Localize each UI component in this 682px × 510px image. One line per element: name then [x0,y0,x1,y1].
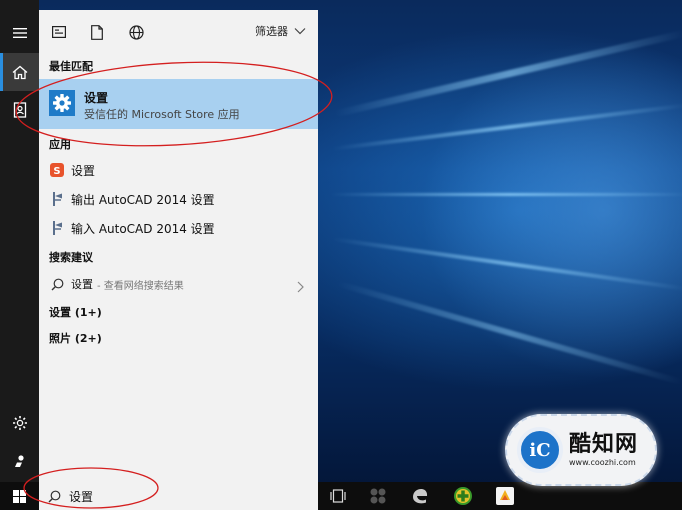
best-match-header: 最佳匹配 [49,60,93,73]
globe-icon[interactable] [126,22,146,42]
list-item-label: 设置 [71,163,96,178]
search-results-panel: 筛选器 最佳匹配 设置 受信任的 Microsoft Store 应用 应用 S… [39,10,318,482]
home-icon[interactable] [0,53,39,91]
autocad-migration-icon [39,185,71,213]
feedback-icon[interactable] [0,442,39,480]
list-item[interactable]: 输入 AutoCAD 2014 设置 [39,214,318,242]
app-icon[interactable] [367,486,389,506]
search-suggestion-item[interactable]: 设置 - 查看网络搜索结果 [39,270,318,298]
chevron-down-icon [294,25,306,38]
windows-start-icon[interactable] [0,482,39,510]
filter-dropdown[interactable]: 筛选器 [255,23,306,39]
wallpaper-beam [330,193,682,196]
edge-icon[interactable] [409,486,431,506]
gear-icon [49,90,75,116]
search-value: 设置 [69,489,94,504]
svg-text:S: S [53,166,60,177]
search-toolbar: 筛选器 [39,10,318,54]
chevron-right-icon [297,278,304,297]
search-icon [39,490,69,503]
search-icon [39,270,71,298]
taskbar-search-input[interactable]: 设置 [39,482,318,510]
list-item-label: 输出 AutoCAD 2014 设置 [71,192,215,207]
green-plus-app-icon[interactable] [452,486,474,506]
wallpaper-glow [420,40,682,380]
start-rail [0,0,39,482]
app-list-icon[interactable] [49,22,69,42]
sogou-icon: S [39,156,71,184]
category-photos[interactable]: 照片 (2+) [49,330,102,346]
list-item[interactable]: 输出 AutoCAD 2014 设置 [39,185,318,213]
suggestion-sub: - 查看网络搜索结果 [97,280,184,292]
notebook-icon[interactable] [0,91,39,129]
category-settings[interactable]: 设置 (1+) [49,304,102,320]
autocad-migration-icon [39,214,71,242]
list-item-label: 输入 AutoCAD 2014 设置 [71,221,215,236]
coozhi-logo-icon: iC [517,427,563,473]
sticky-app-icon[interactable] [494,486,516,506]
suggestion-label: 设置 [71,278,93,291]
apps-header: 应用 [49,138,71,151]
hamburger-menu-icon[interactable] [0,14,39,52]
suggestions-header: 搜索建议 [49,251,93,264]
watermark-badge: iC 酷知网 www.coozhi.com [505,414,657,486]
watermark-name: 酷知网 [569,432,639,457]
best-match-title: 设置 [84,91,109,105]
document-icon[interactable] [87,22,107,42]
watermark-url: www.coozhi.com [569,458,636,467]
best-match-subtitle: 受信任的 Microsoft Store 应用 [84,108,240,121]
best-match-result[interactable]: 设置 受信任的 Microsoft Store 应用 [39,79,318,129]
taskbar: 设置 [0,482,682,510]
settings-icon[interactable] [0,404,39,442]
task-view-icon[interactable] [327,486,349,506]
filter-label: 筛选器 [255,25,288,38]
list-item[interactable]: S 设置 [39,156,318,184]
